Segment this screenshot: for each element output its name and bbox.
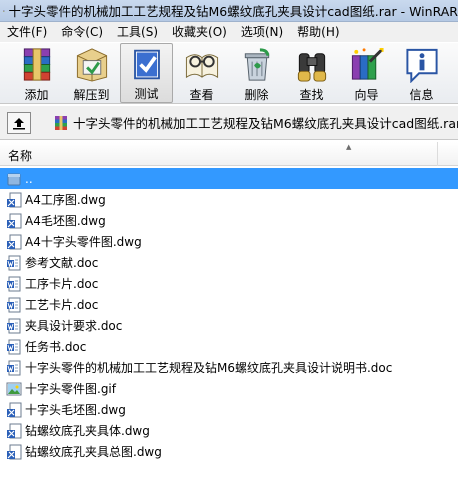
list-item[interactable]: 十字头零件图.gif	[0, 378, 458, 399]
list-item[interactable]: 工艺卡片.doc	[0, 294, 458, 315]
file-name: 十字头零件的机械加工工艺规程及钻M6螺纹底孔夹具设计说明书.doc	[25, 361, 393, 375]
delete-button[interactable]: 删除	[230, 43, 283, 103]
gif-file-icon	[6, 382, 22, 395]
parent-folder-icon	[7, 173, 21, 185]
dwg-file-icon	[7, 402, 22, 417]
test-label: 测试	[134, 87, 159, 101]
list-item[interactable]: 十字头零件的机械加工工艺规程及钻M6螺纹底孔夹具设计说明书.doc	[0, 357, 458, 378]
file-name: A4十字头零件图.dwg	[25, 235, 142, 249]
file-name: 钻螺纹底孔夹具总图.dwg	[25, 445, 162, 459]
find-icon	[297, 53, 326, 82]
menu-file[interactable]: 文件(F)	[0, 22, 54, 42]
file-name: 十字头毛坯图.dwg	[25, 403, 126, 417]
wizard-label: 向导	[354, 88, 379, 102]
menu-help[interactable]: 帮助(H)	[290, 22, 346, 42]
file-name: 参考文献.doc	[25, 256, 99, 270]
file-name: 钻螺纹底孔夹具体.dwg	[25, 424, 150, 438]
menu-tools[interactable]: 工具(S)	[110, 22, 165, 42]
list-item[interactable]: 钻螺纹底孔夹具体.dwg	[0, 420, 458, 441]
info-label: 信息	[409, 88, 434, 102]
menu-options[interactable]: 选项(N)	[234, 22, 290, 42]
file-name: ..	[25, 171, 33, 186]
doc-file-icon	[7, 339, 21, 354]
find-label: 查找	[299, 88, 324, 102]
menu-commands[interactable]: 命令(C)	[54, 22, 110, 42]
add-label: 添加	[24, 88, 49, 102]
test-button[interactable]: 测试	[120, 43, 173, 103]
list-item[interactable]: 钻螺纹底孔夹具总图.dwg	[0, 441, 458, 462]
doc-file-icon	[7, 360, 21, 375]
list-item[interactable]: 参考文献.doc	[0, 252, 458, 273]
file-name: A4工序图.dwg	[25, 193, 106, 207]
sort-ascending-icon: ▲	[346, 143, 352, 151]
file-list: .. A4工序图.dwg A4毛坯图.dwg A4十字头零件图.dwg 参考文献…	[0, 168, 458, 462]
dwg-file-icon	[7, 444, 22, 459]
delete-icon	[244, 48, 269, 81]
file-name: 任务书.doc	[25, 340, 87, 354]
test-icon	[133, 49, 160, 80]
archive-path-text: 十字头零件的机械加工工艺规程及钻M6螺纹底孔夹具设计cad图纸.rar\	[73, 116, 458, 131]
list-item[interactable]: 夹具设计要求.doc	[0, 315, 458, 336]
up-folder-button[interactable]	[7, 111, 31, 134]
column-header: 名称 ▲	[0, 142, 458, 166]
window-title: 十字头零件的机械加工工艺规程及钻M6螺纹底孔夹具设计cad图纸.rar - Wi…	[8, 4, 458, 19]
list-item[interactable]: 任务书.doc	[0, 336, 458, 357]
list-item[interactable]: A4工序图.dwg	[0, 189, 458, 210]
extract-to-icon	[76, 48, 107, 82]
info-button[interactable]: 信息	[395, 43, 448, 103]
up-arrow-icon	[13, 117, 25, 129]
wizard-icon	[351, 47, 384, 80]
find-button[interactable]: 查找	[285, 43, 338, 103]
list-item[interactable]: A4十字头零件图.dwg	[0, 231, 458, 252]
extract-to-label: 解压到	[73, 88, 110, 102]
extract-to-button[interactable]: 解压到	[65, 43, 118, 103]
winrar-app-icon	[3, 9, 5, 12]
doc-file-icon	[7, 318, 21, 333]
info-icon	[405, 48, 438, 83]
archive-path-field[interactable]: 十字头零件的机械加工工艺规程及钻M6螺纹底孔夹具设计cad图纸.rar\	[53, 112, 458, 134]
add-archive-icon	[23, 48, 50, 81]
dwg-file-icon	[7, 213, 22, 228]
list-item[interactable]: 工序卡片.doc	[0, 273, 458, 294]
dwg-file-icon	[7, 423, 22, 438]
column-name-header[interactable]: 名称	[8, 147, 32, 164]
dwg-file-icon	[7, 192, 22, 207]
column-divider[interactable]	[437, 142, 438, 166]
view-icon	[185, 54, 218, 79]
file-name: 工艺卡片.doc	[25, 298, 99, 312]
add-button[interactable]: 添加	[10, 43, 63, 103]
view-button[interactable]: 查看	[175, 43, 228, 103]
list-item[interactable]: 十字头毛坯图.dwg	[0, 399, 458, 420]
view-label: 查看	[189, 88, 214, 102]
file-name: 十字头零件图.gif	[25, 382, 116, 396]
rar-archive-icon	[55, 115, 67, 130]
address-bar: 十字头零件的机械加工工艺规程及钻M6螺纹底孔夹具设计cad图纸.rar\	[0, 106, 458, 140]
wizard-button[interactable]: 向导	[340, 43, 393, 103]
file-name: A4毛坯图.dwg	[25, 214, 106, 228]
delete-label: 删除	[244, 88, 269, 102]
doc-file-icon	[7, 255, 21, 270]
doc-file-icon	[7, 297, 21, 312]
doc-file-icon	[7, 276, 21, 291]
title-bar: 十字头零件的机械加工工艺规程及钻M6螺纹底孔夹具设计cad图纸.rar - Wi…	[0, 0, 458, 22]
file-name: 夹具设计要求.doc	[25, 319, 123, 333]
dwg-file-icon	[7, 234, 22, 249]
list-item-parent-folder[interactable]: ..	[0, 168, 458, 189]
toolbar: 添加 解压到 测试 查看 删除 查找 向导 信息	[0, 42, 458, 104]
menu-bar: 文件(F) 命令(C) 工具(S) 收藏夹(O) 选项(N) 帮助(H)	[0, 22, 458, 42]
list-item[interactable]: A4毛坯图.dwg	[0, 210, 458, 231]
file-name: 工序卡片.doc	[25, 277, 99, 291]
menu-favorites[interactable]: 收藏夹(O)	[165, 22, 234, 42]
